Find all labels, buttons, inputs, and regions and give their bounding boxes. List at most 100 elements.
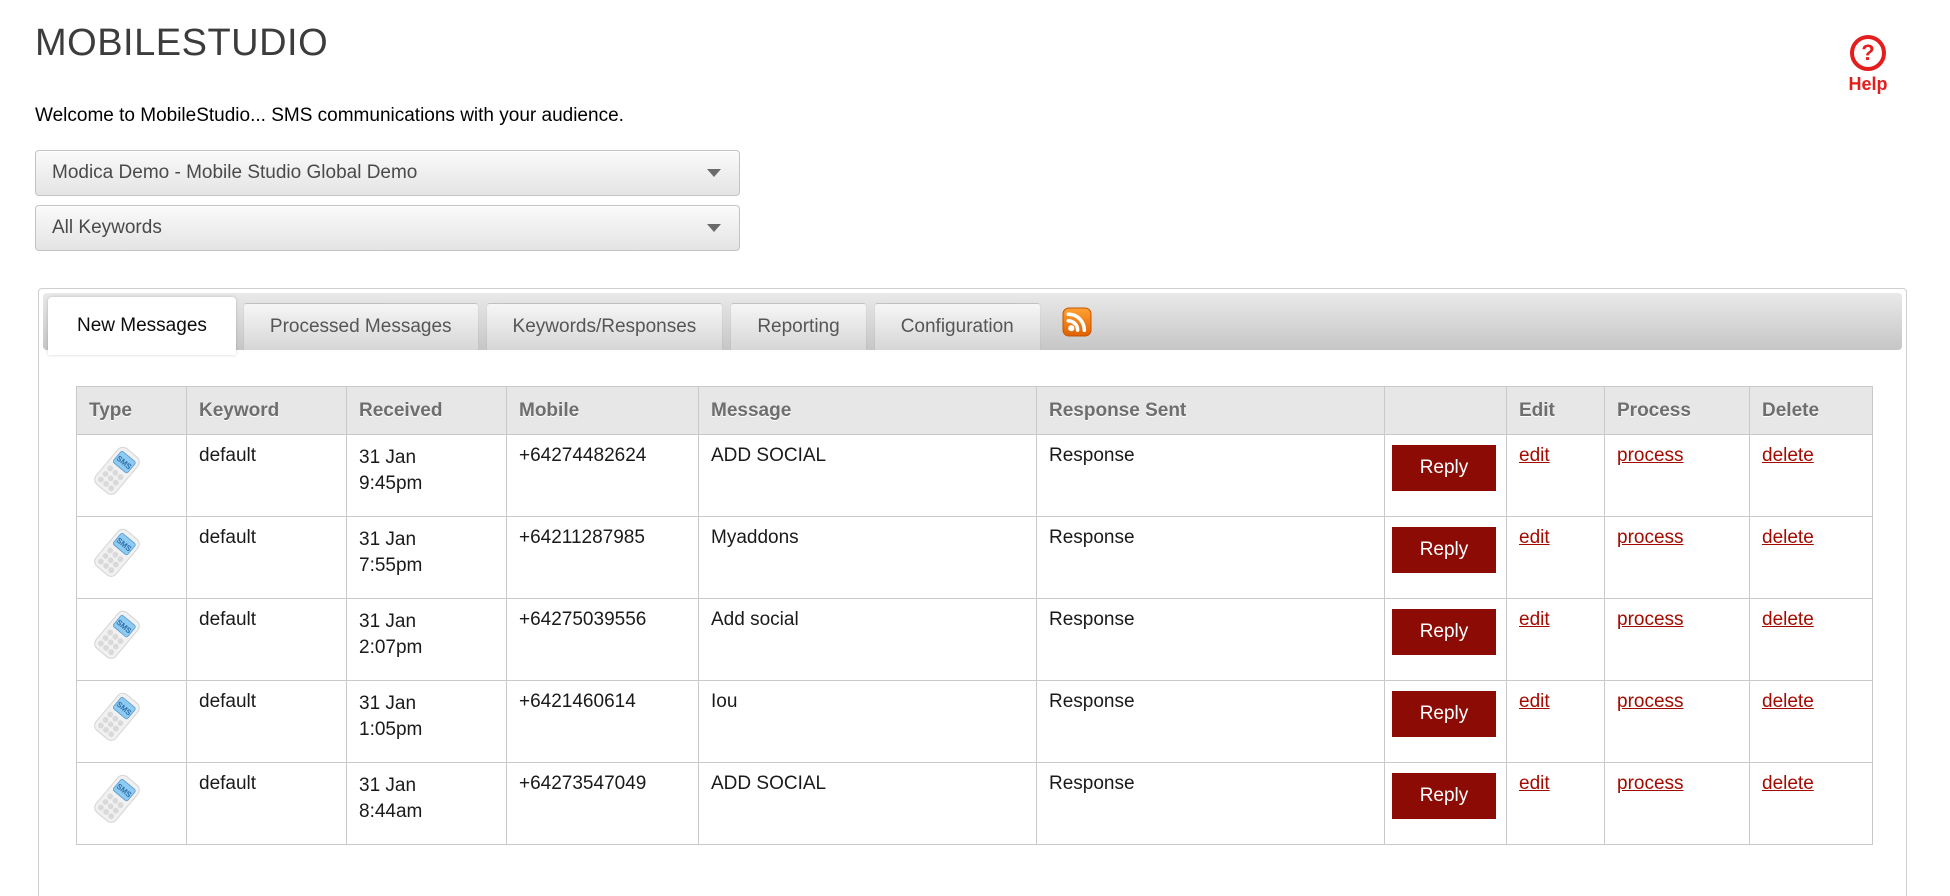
keyword-cell: default <box>186 516 347 599</box>
table-header-row: Type Keyword Received Mobile Message Res… <box>76 386 1873 435</box>
received-cell: 31 Jan 7:55pm <box>346 516 507 599</box>
keyword-cell: default <box>186 598 347 681</box>
received-time: 2:07pm <box>359 636 423 658</box>
process-link[interactable]: process <box>1617 527 1684 548</box>
keyword-cell: default <box>186 680 347 763</box>
process-cell: process <box>1604 516 1750 599</box>
tab-reporting[interactable]: Reporting <box>730 303 867 350</box>
received-time: 7:55pm <box>359 554 423 576</box>
delete-cell: delete <box>1749 762 1873 845</box>
header-mobile: Mobile <box>506 386 699 435</box>
process-link[interactable]: process <box>1617 773 1684 794</box>
message-cell: ADD SOCIAL <box>698 434 1037 517</box>
response-sent-cell: Response <box>1036 598 1385 681</box>
sms-phone-icon: SMS <box>94 692 140 741</box>
rss-icon[interactable] <box>1062 307 1092 337</box>
header-process: Process <box>1604 386 1750 435</box>
sms-phone-icon: SMS <box>94 610 140 659</box>
edit-link[interactable]: edit <box>1519 691 1550 712</box>
edit-cell: edit <box>1506 680 1605 763</box>
reply-button[interactable]: Reply <box>1392 773 1496 819</box>
tab-configuration[interactable]: Configuration <box>873 303 1041 350</box>
tab-keywords-responses[interactable]: Keywords/Responses <box>485 303 724 350</box>
edit-cell: edit <box>1506 762 1605 845</box>
table-row: SMS default 31 Jan 8:44am +64273547049 A… <box>76 762 1873 845</box>
type-cell: SMS <box>76 680 187 763</box>
delete-cell: delete <box>1749 516 1873 599</box>
response-sent-cell: Response <box>1036 680 1385 763</box>
edit-link[interactable]: edit <box>1519 609 1550 630</box>
process-link[interactable]: process <box>1617 691 1684 712</box>
process-cell: process <box>1604 762 1750 845</box>
welcome-text: Welcome to MobileStudio... SMS communica… <box>35 105 624 126</box>
received-date: 31 Jan <box>359 693 417 714</box>
received-date: 31 Jan <box>359 529 417 550</box>
received-time: 1:05pm <box>359 718 423 740</box>
delete-cell: delete <box>1749 598 1873 681</box>
edit-cell: edit <box>1506 434 1605 517</box>
message-cell: Myaddons <box>698 516 1037 599</box>
header-message: Message <box>698 386 1037 435</box>
delete-link[interactable]: delete <box>1762 609 1814 630</box>
table-row: SMS default 31 Jan 1:05pm +6421460614 Io… <box>76 680 1873 763</box>
edit-link[interactable]: edit <box>1519 773 1550 794</box>
messages-panel: New Messages Processed Messages Keywords… <box>38 288 1907 896</box>
message-cell: Add social <box>698 598 1037 681</box>
mobile-cell: +64274482624 <box>506 434 699 517</box>
delete-link[interactable]: delete <box>1762 445 1814 466</box>
page-title: MOBILESTUDIO <box>35 22 329 64</box>
reply-button[interactable]: Reply <box>1392 609 1496 655</box>
delete-link[interactable]: delete <box>1762 691 1814 712</box>
sms-phone-icon: SMS <box>94 528 140 577</box>
type-cell: SMS <box>76 434 187 517</box>
table-row: SMS default 31 Jan 2:07pm +64275039556 A… <box>76 598 1873 681</box>
mobile-cell: +64275039556 <box>506 598 699 681</box>
reply-button[interactable]: Reply <box>1392 445 1496 491</box>
help-question-icon[interactable]: ? <box>1850 35 1886 71</box>
keyword-dropdown-value: All Keywords <box>52 217 162 238</box>
edit-cell: edit <box>1506 516 1605 599</box>
delete-link[interactable]: delete <box>1762 773 1814 794</box>
received-cell: 31 Jan 9:45pm <box>346 434 507 517</box>
process-cell: process <box>1604 598 1750 681</box>
keyword-dropdown[interactable]: All Keywords <box>35 205 740 251</box>
response-sent-cell: Response <box>1036 434 1385 517</box>
reply-button[interactable]: Reply <box>1392 691 1496 737</box>
mobile-cell: +64211287985 <box>506 516 699 599</box>
sms-phone-icon: SMS <box>94 446 140 495</box>
type-cell: SMS <box>76 762 187 845</box>
header-edit: Edit <box>1506 386 1605 435</box>
message-cell: ADD SOCIAL <box>698 762 1037 845</box>
header-reply <box>1384 386 1507 435</box>
keyword-cell: default <box>186 434 347 517</box>
process-link[interactable]: process <box>1617 445 1684 466</box>
reply-cell: Reply <box>1384 680 1507 763</box>
process-cell: process <box>1604 434 1750 517</box>
table-row: SMS default 31 Jan 9:45pm +64274482624 A… <box>76 434 1873 517</box>
process-link[interactable]: process <box>1617 609 1684 630</box>
edit-cell: edit <box>1506 598 1605 681</box>
edit-link[interactable]: edit <box>1519 445 1550 466</box>
received-cell: 31 Jan 8:44am <box>346 762 507 845</box>
type-cell: SMS <box>76 516 187 599</box>
header-keyword: Keyword <box>186 386 347 435</box>
table-row: SMS default 31 Jan 7:55pm +64211287985 M… <box>76 516 1873 599</box>
message-cell: Iou <box>698 680 1037 763</box>
edit-link[interactable]: edit <box>1519 527 1550 548</box>
tab-bar: New Messages Processed Messages Keywords… <box>43 293 1902 355</box>
reply-cell: Reply <box>1384 598 1507 681</box>
received-cell: 31 Jan 1:05pm <box>346 680 507 763</box>
delete-link[interactable]: delete <box>1762 527 1814 548</box>
reply-button[interactable]: Reply <box>1392 527 1496 573</box>
process-cell: process <box>1604 680 1750 763</box>
account-dropdown-value: Modica Demo - Mobile Studio Global Demo <box>52 162 418 183</box>
help-button[interactable]: ? Help <box>1840 35 1896 95</box>
account-dropdown[interactable]: Modica Demo - Mobile Studio Global Demo <box>35 150 740 196</box>
type-cell: SMS <box>76 598 187 681</box>
reply-cell: Reply <box>1384 434 1507 517</box>
sms-phone-icon: SMS <box>94 774 140 823</box>
help-label: Help <box>1848 74 1888 94</box>
tab-new-messages[interactable]: New Messages <box>48 297 236 355</box>
received-date: 31 Jan <box>359 447 417 468</box>
tab-processed-messages[interactable]: Processed Messages <box>242 303 479 350</box>
